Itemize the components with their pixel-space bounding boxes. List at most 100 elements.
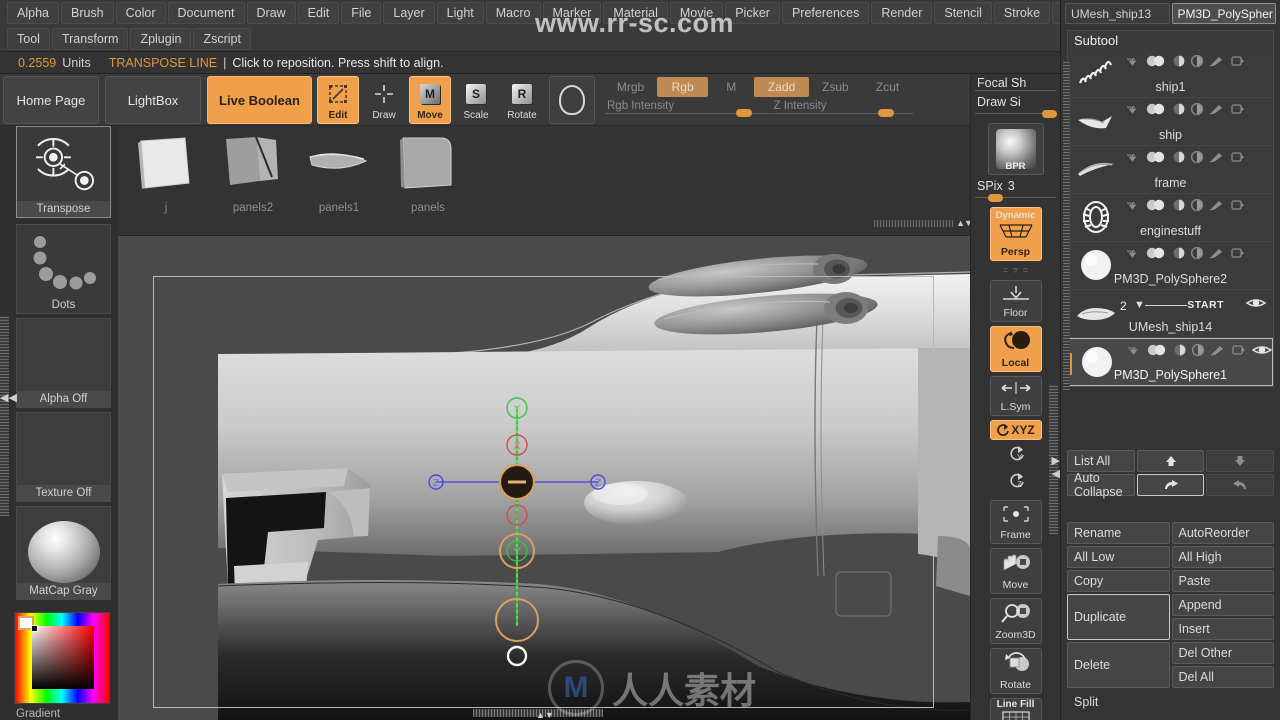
channel-zsub[interactable]: Zsub bbox=[810, 77, 861, 97]
draw-size-label[interactable]: Draw Si bbox=[971, 95, 1060, 109]
paste-button[interactable]: Paste bbox=[1171, 570, 1274, 592]
stroke-dots-tile[interactable]: Dots bbox=[16, 224, 111, 314]
rotate-y-button[interactable]: Y bbox=[1002, 444, 1030, 469]
list-all-button[interactable]: List All bbox=[1067, 450, 1135, 472]
spix-slider[interactable] bbox=[975, 193, 1056, 203]
zoom3d-button[interactable]: Zoom3D bbox=[989, 598, 1042, 644]
half-moon-icon[interactable] bbox=[1173, 150, 1185, 168]
chevron-down-icon[interactable] bbox=[1126, 198, 1139, 216]
half-moon-icon[interactable] bbox=[1174, 343, 1186, 361]
auto-collapse-button[interactable]: Auto Collapse bbox=[1067, 471, 1135, 499]
rotate-button[interactable]: R Rotate bbox=[501, 76, 543, 124]
subtool-panel-scrollbar[interactable] bbox=[1063, 60, 1070, 390]
visibility-circles-icon[interactable] bbox=[1145, 54, 1167, 72]
rotate-z-button[interactable]: Z bbox=[1002, 471, 1030, 496]
copy-button[interactable]: Copy bbox=[1067, 570, 1170, 592]
menu-movie[interactable]: Movie bbox=[669, 2, 724, 24]
alpha-tile[interactable]: Alpha Off bbox=[16, 318, 111, 408]
local-button[interactable]: Local bbox=[989, 326, 1042, 372]
brush-icon[interactable] bbox=[1209, 246, 1225, 264]
menu-light[interactable]: Light bbox=[436, 2, 484, 24]
channel-zadd[interactable]: Zadd bbox=[754, 77, 809, 97]
draw-size-knob[interactable] bbox=[1041, 110, 1057, 118]
move-view-button[interactable]: Move bbox=[989, 548, 1042, 594]
chevron-down-icon[interactable] bbox=[1126, 150, 1139, 168]
split-button[interactable]: Split bbox=[1067, 691, 1274, 713]
contrast-icon[interactable] bbox=[1190, 246, 1204, 264]
menu-preferences[interactable]: Preferences bbox=[781, 2, 870, 24]
polygroup-icon[interactable] bbox=[1231, 198, 1245, 216]
duplicate-button[interactable]: Duplicate bbox=[1067, 594, 1170, 640]
subtool-row[interactable]: ship1 bbox=[1068, 50, 1273, 98]
menu-render[interactable]: Render bbox=[871, 2, 933, 24]
delete-button[interactable]: Delete bbox=[1067, 642, 1170, 688]
polygroup-icon[interactable] bbox=[1231, 246, 1245, 264]
perspective-button[interactable]: Dynamic Persp bbox=[989, 207, 1042, 261]
edit-button[interactable]: Edit bbox=[317, 76, 359, 124]
menu-tool[interactable]: Tool bbox=[7, 28, 50, 50]
visibility-circles-icon[interactable] bbox=[1145, 150, 1167, 168]
channel-zcut[interactable]: Zcut bbox=[862, 77, 913, 97]
brush-icon[interactable] bbox=[1209, 102, 1225, 120]
draw-size-slider[interactable] bbox=[975, 109, 1057, 119]
all-low-button[interactable]: All Low bbox=[1067, 546, 1170, 568]
menu-zplugin[interactable]: Zplugin bbox=[130, 28, 192, 50]
eye-icon[interactable] bbox=[1251, 343, 1273, 361]
color-picker[interactable] bbox=[14, 612, 110, 704]
menu-material[interactable]: Material bbox=[603, 2, 668, 24]
chevron-down-icon[interactable] bbox=[1126, 54, 1139, 72]
menu-layer[interactable]: Layer bbox=[383, 2, 435, 24]
focal-shift-label[interactable]: Focal Sh bbox=[971, 76, 1060, 90]
viewport-canvas[interactable] bbox=[118, 236, 970, 720]
half-moon-icon[interactable] bbox=[1173, 198, 1185, 216]
append-button[interactable]: Append bbox=[1171, 594, 1274, 616]
tool-thumb-panels[interactable]: panels bbox=[382, 132, 474, 228]
chevron-down-icon[interactable] bbox=[1127, 343, 1140, 361]
channel-rgb[interactable]: Rgb bbox=[657, 77, 709, 97]
material-tile[interactable]: MatCap Gray bbox=[16, 506, 111, 600]
polygroup-icon[interactable] bbox=[1231, 54, 1245, 72]
del-all-button[interactable]: Del All bbox=[1171, 666, 1274, 688]
menu-stroke[interactable]: Stroke bbox=[993, 2, 1051, 24]
subtool-row[interactable]: frame bbox=[1068, 146, 1273, 194]
left-shelf-scroll-arrows[interactable]: ◀◀ bbox=[0, 391, 17, 404]
left-shelf-scrollbar[interactable] bbox=[0, 316, 9, 516]
3d-viewport[interactable]: Z Z Y X X Y ▲▼ bbox=[118, 236, 970, 720]
menu-brush[interactable]: Brush bbox=[60, 2, 114, 24]
step-back-button[interactable] bbox=[1206, 474, 1275, 496]
auto-reorder-button[interactable]: AutoReorder bbox=[1171, 522, 1274, 544]
eye-icon[interactable] bbox=[1245, 296, 1267, 314]
polyframe-button[interactable]: Line Fill PolyF bbox=[989, 698, 1042, 720]
brush-icon[interactable] bbox=[1209, 198, 1225, 216]
tab-pm3d-polysphere[interactable]: PM3D_PolySpher bbox=[1171, 3, 1276, 24]
brush-icon[interactable] bbox=[1209, 54, 1225, 72]
menu-macro[interactable]: Macro bbox=[485, 2, 541, 24]
brush-icon[interactable] bbox=[1210, 343, 1226, 361]
lightbox-button[interactable]: LightBox bbox=[105, 76, 201, 124]
spix-value[interactable]: 3 bbox=[1008, 179, 1015, 193]
del-other-button[interactable]: Del Other bbox=[1171, 642, 1274, 664]
gradient-label[interactable]: Gradient bbox=[16, 708, 60, 720]
subtool-row[interactable]: enginestuff bbox=[1068, 194, 1273, 242]
rotate-view-button[interactable]: Rotate bbox=[989, 648, 1042, 694]
z-intensity-knob[interactable] bbox=[878, 109, 895, 117]
menu-color[interactable]: Color bbox=[115, 2, 166, 24]
menu-alpha[interactable]: Alpha bbox=[7, 2, 59, 24]
brush-icon[interactable] bbox=[1209, 150, 1225, 168]
menu-stencil[interactable]: Stencil bbox=[934, 2, 992, 24]
half-moon-icon[interactable] bbox=[1173, 246, 1185, 264]
local-symmetry-button[interactable]: L.Sym bbox=[989, 376, 1042, 416]
live-boolean-button[interactable]: Live Boolean bbox=[207, 76, 312, 124]
menu-draw[interactable]: Draw bbox=[246, 2, 296, 24]
scale-button[interactable]: S Scale bbox=[455, 76, 497, 124]
visibility-circles-icon[interactable] bbox=[1145, 246, 1167, 264]
visibility-circles-icon[interactable] bbox=[1145, 102, 1167, 120]
floor-button[interactable]: Floor bbox=[989, 280, 1042, 322]
tool-thumb-panels1[interactable]: panels1 bbox=[293, 132, 385, 228]
visibility-circles-icon[interactable] bbox=[1146, 343, 1168, 361]
subtool-row[interactable]: 2 ▼ START UMesh_ship14 bbox=[1068, 290, 1273, 338]
subtool-panel-title[interactable]: Subtool bbox=[1067, 30, 1274, 50]
bpr-render-button[interactable]: BPR bbox=[987, 123, 1044, 175]
perspective-sub-icons[interactable]: = ▿ = bbox=[971, 265, 1060, 276]
z-intensity-slider[interactable]: Z Intensity bbox=[771, 100, 913, 117]
